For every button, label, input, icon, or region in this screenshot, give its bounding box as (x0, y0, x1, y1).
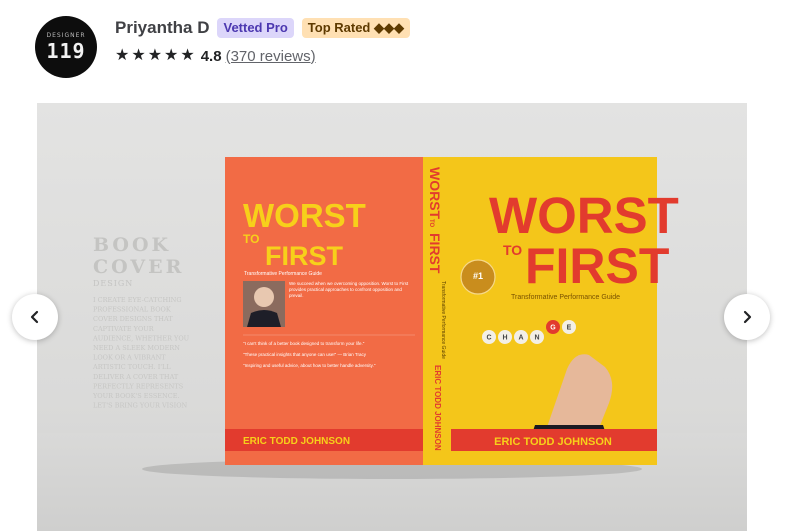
star-icon: ★ (164, 47, 179, 64)
back-quotes-box: "I can't think of a better book designed… (243, 341, 376, 368)
rating-row: ★ ★ ★ ★ ★ 4.8 (370 reviews) (115, 46, 316, 66)
side-blurb: I CREATE EYE-CATCHING PROFESSIONAL BOOKCO… (92, 296, 190, 410)
award-seal-mark: #1 (473, 271, 483, 281)
side-blurb-line: COVER DESIGNS THAT (93, 315, 173, 323)
side-blurb-line: AUDIENCE, WHETHER YOU (92, 334, 190, 342)
star-icon: ★ (115, 47, 130, 64)
change-tile-letter: H (502, 335, 507, 342)
author-photo-face (254, 287, 274, 307)
side-blurb-line: DELIVER A COVER THAT (93, 373, 179, 381)
front-author: ERIC TODD JOHNSON (494, 436, 612, 448)
back-title-1: WORST (243, 197, 366, 234)
side-heading-2: COVER (93, 256, 184, 278)
star-icon: ★ (180, 47, 195, 64)
spine-title-to: TO (428, 219, 434, 228)
side-blurb-line: PERFECTLY REPRESENTS (93, 382, 183, 390)
rating-score: 4.8 (200, 47, 222, 65)
change-tile-letter: E (567, 325, 572, 332)
side-blurb-line: NEED A SLEEK MODERN (93, 344, 180, 352)
side-blurb-line: LET'S BRING YOUR VISION (93, 402, 188, 410)
back-author: ERIC TODD JOHNSON (243, 436, 350, 447)
back-title-2: FIRST (265, 241, 344, 271)
gig-gallery-image[interactable]: BOOK COVER DESIGN I CREATE EYE-CATCHING P… (37, 103, 747, 531)
side-blurb-line: ARTISTIC TOUCH. I'LL (92, 363, 171, 371)
rating-stars: ★ ★ ★ ★ ★ (115, 48, 195, 64)
front-title-1: WORST (489, 187, 679, 244)
back-blurb: We succeed when we overcoming opposition… (289, 281, 409, 298)
change-tile-letter: A (518, 335, 523, 342)
spine-author: ERIC TODD JOHNSON (433, 365, 442, 451)
back-quote-1: "I can't think of a better book designed… (243, 341, 365, 346)
side-blurb-line: PROFESSIONAL BOOK (93, 306, 171, 314)
side-heading-3: DESIGN (93, 279, 133, 288)
avatar-brand-big: 119 (46, 39, 86, 63)
back-subtitle: Transformative Performance Guide (244, 271, 322, 277)
front-title-to: TO (503, 242, 522, 258)
back-quote-3: "Inspiring and useful advice, about how … (243, 363, 376, 368)
star-icon: ★ (131, 47, 146, 64)
change-tile-letter: N (534, 335, 539, 342)
seller-header: DESIGNER 119 Priyantha D Vetted Pro Top … (35, 14, 755, 78)
change-tile-letter: G (550, 325, 556, 332)
top-rated-badge: Top Rated ◆◆◆ (301, 18, 410, 38)
chevron-right-icon (743, 310, 752, 324)
vetted-pro-badge: Vetted Pro (217, 18, 294, 38)
front-title-2: FIRST (525, 238, 669, 294)
name-row: Priyantha D Vetted Pro Top Rated ◆◆◆ (115, 17, 410, 39)
side-heading-1: BOOK (93, 234, 171, 256)
seller-name[interactable]: Priyantha D (115, 18, 209, 38)
avatar[interactable]: DESIGNER 119 (35, 16, 97, 78)
side-blurb-line: YOUR BOOK'S ESSENCE. (92, 392, 180, 400)
back-quote-2: "These practical insights that anyone ca… (243, 352, 367, 357)
side-blurb-line: I CREATE EYE-CATCHING (93, 296, 182, 304)
gallery-next-button[interactable] (724, 294, 770, 340)
front-subtitle: Transformative Performance Guide (511, 294, 620, 301)
author-photo-suit (247, 310, 281, 327)
chevron-left-icon (30, 310, 39, 324)
spine-title-2: FIRST (427, 233, 443, 274)
star-icon: ★ (147, 47, 163, 64)
side-blurb-line: CAPTIVATE YOUR (93, 325, 155, 333)
change-tile-letter: C (486, 335, 491, 342)
spine-subtitle: Transformative Performance Guide (440, 281, 446, 359)
back-title-to: TO (243, 232, 259, 246)
back-blurb-box: We succeed when we overcoming opposition… (289, 281, 409, 298)
side-blurb-line: LOOK OR A VIBRANT (93, 354, 166, 362)
reviews-link[interactable]: (370 reviews) (226, 48, 316, 65)
gallery-prev-button[interactable] (12, 294, 58, 340)
spine-title: WORST (427, 167, 443, 220)
